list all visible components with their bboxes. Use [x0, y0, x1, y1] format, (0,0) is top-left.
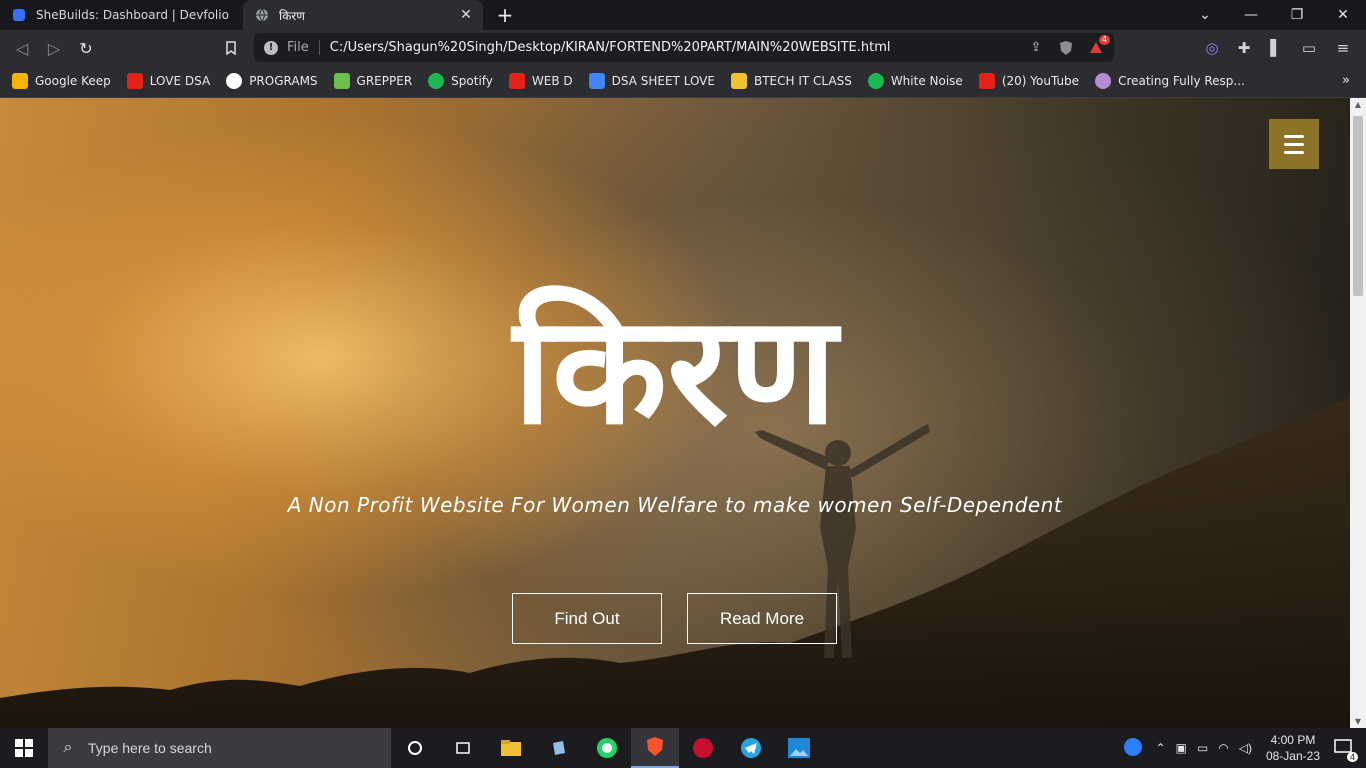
hero-title: किरण — [513, 284, 837, 458]
search-icon: ⌕ — [63, 739, 73, 756]
brave-rewards-icon[interactable]: 4 — [1084, 34, 1110, 60]
system-tray: ⌃ ▣ ▭ ◠ ◁) 4:00 PM 08-Jan-23 4 — [1123, 728, 1366, 768]
info-icon[interactable]: ! — [264, 40, 278, 55]
bookmark-white-noise[interactable]: White Noise — [867, 73, 963, 89]
scroll-up-icon[interactable]: ▲ — [1350, 100, 1366, 109]
clock-time: 4:00 PM — [1270, 733, 1316, 747]
address-bar[interactable]: ! File C:/Users/Shagun%20Singh/Desktop/K… — [254, 33, 1114, 62]
share-icon[interactable]: ⇪ — [1024, 36, 1048, 60]
forward-button[interactable]: ▷ — [41, 35, 67, 61]
spotify-icon — [867, 73, 884, 89]
new-tab-button[interactable]: + — [494, 4, 516, 26]
back-button[interactable]: ◁ — [9, 35, 35, 61]
url-text[interactable]: C:/Users/Shagun%20Singh/Desktop/KIRAN/FO… — [330, 40, 1024, 55]
menu-bar — [1284, 150, 1304, 154]
scrollbar-thumb[interactable] — [1353, 116, 1363, 296]
taskbar-search[interactable]: ⌕ Type here to search — [48, 728, 391, 768]
chevron-up-icon[interactable]: ⌃ — [1155, 741, 1165, 755]
bookmarks-bar: Google Keep LOVE DSA PROGRAMS GREPPER Sp… — [0, 65, 1366, 98]
extensions-icon[interactable]: ✚ — [1231, 35, 1257, 61]
page-viewport: किरण A Non Profit Website For Women Welf… — [0, 98, 1366, 728]
clock-date: 08-Jan-23 — [1265, 749, 1320, 763]
page-scrollbar[interactable]: ▲ ▼ — [1350, 98, 1366, 728]
close-window-button[interactable]: ✕ — [1320, 0, 1366, 30]
cortana-icon[interactable] — [391, 728, 439, 768]
dev-cpp-icon[interactable] — [679, 728, 727, 768]
help-icon[interactable] — [1123, 737, 1143, 760]
vpn-icon[interactable]: ◎ — [1199, 35, 1225, 61]
file-explorer-icon[interactable] — [487, 728, 535, 768]
find-out-button[interactable]: Find Out — [512, 593, 662, 644]
tab-search-icon[interactable]: ⌄ — [1182, 0, 1228, 30]
avatar-icon — [1095, 73, 1112, 89]
keep-icon — [12, 73, 28, 89]
bookmark-dsa-sheet[interactable]: DSA SHEET LOVE — [588, 73, 715, 89]
whatsapp-icon[interactable] — [583, 728, 631, 768]
menu-bar — [1284, 134, 1304, 138]
notification-center-icon[interactable]: 4 — [1334, 738, 1358, 762]
display-icon[interactable]: ▣ — [1176, 741, 1187, 755]
rewards-badge: 4 — [1098, 34, 1110, 45]
reload-button[interactable]: ↻ — [73, 35, 99, 61]
sidebar-icon[interactable]: ▌ — [1263, 35, 1289, 61]
menu-icon[interactable]: ≡ — [1330, 35, 1356, 61]
tab-title: SheBuilds: Dashboard | Devfolio — [36, 8, 229, 22]
brave-shields-icon[interactable] — [1054, 36, 1078, 60]
github-icon — [226, 73, 243, 89]
task-view-icon[interactable] — [439, 728, 487, 768]
url-scheme: File — [287, 40, 320, 55]
volume-icon[interactable]: ◁) — [1239, 741, 1252, 755]
photos-icon[interactable] — [775, 728, 823, 768]
brave-browser-icon[interactable] — [631, 728, 679, 768]
tab-title: किरण — [279, 8, 305, 23]
bookmark-programs[interactable]: PROGRAMS — [226, 73, 318, 89]
close-tab-icon[interactable]: ✕ — [455, 7, 477, 23]
youtube-icon — [508, 73, 525, 89]
restore-button[interactable]: ❐ — [1274, 0, 1320, 30]
windows-icon — [15, 739, 33, 757]
globe-icon — [256, 8, 268, 22]
youtube-icon — [978, 73, 995, 89]
search-placeholder: Type here to search — [88, 740, 212, 756]
menu-bar — [1284, 142, 1304, 146]
read-more-button[interactable]: Read More — [687, 593, 837, 644]
hero-subtitle: A Non Profit Website For Women Welfare t… — [287, 493, 1063, 517]
more-bookmarks-icon[interactable]: » — [1342, 73, 1350, 88]
battery-icon[interactable]: ▭ — [1197, 741, 1208, 755]
youtube-icon — [126, 73, 143, 89]
minimize-button[interactable]: — — [1228, 0, 1274, 30]
windows-start-button[interactable] — [0, 728, 48, 768]
notes-app-icon[interactable] — [535, 728, 583, 768]
bookmark-web-d[interactable]: WEB D — [508, 73, 573, 89]
bookmark-grepper[interactable]: GREPPER — [333, 73, 412, 89]
bookmark-google-keep[interactable]: Google Keep — [12, 73, 111, 89]
classroom-icon — [730, 73, 747, 89]
tab-strip: SheBuilds: Dashboard | Devfolio किरण ✕ +… — [0, 0, 1366, 30]
bookmark-btech-class[interactable]: BTECH IT CLASS — [730, 73, 852, 89]
bookmark-spotify[interactable]: Spotify — [428, 73, 493, 89]
bookmark-youtube[interactable]: (20) YouTube — [978, 73, 1079, 89]
grepper-icon — [333, 73, 350, 89]
drive-icon — [588, 73, 605, 89]
taskbar: ⌕ Type here to search ⌃ ▣ ▭ ◠ ◁) 4:00 PM — [0, 728, 1366, 768]
browser-toolbar: ◁ ▷ ↻ ! File C:/Users/Shagun%20Singh/Des… — [0, 30, 1366, 65]
hamburger-menu-button[interactable] — [1269, 119, 1319, 169]
clock[interactable]: 4:00 PM 08-Jan-23 — [1266, 732, 1320, 764]
tab-shebuilds[interactable]: SheBuilds: Dashboard | Devfolio — [0, 0, 240, 30]
wallet-icon[interactable]: ▭ — [1296, 35, 1322, 61]
notification-count: 4 — [1346, 751, 1358, 762]
telegram-icon[interactable] — [727, 728, 775, 768]
spotify-icon — [428, 73, 445, 89]
tab-kiran[interactable]: किरण ✕ — [243, 0, 483, 30]
bookmark-love-dsa[interactable]: LOVE DSA — [126, 73, 210, 89]
wifi-icon[interactable]: ◠ — [1218, 741, 1228, 755]
bookmark-creating-responsive[interactable]: Creating Fully Resp... — [1095, 73, 1245, 89]
scroll-down-icon[interactable]: ▼ — [1350, 717, 1366, 726]
devfolio-icon — [13, 9, 25, 21]
bookmark-icon[interactable] — [218, 35, 244, 61]
